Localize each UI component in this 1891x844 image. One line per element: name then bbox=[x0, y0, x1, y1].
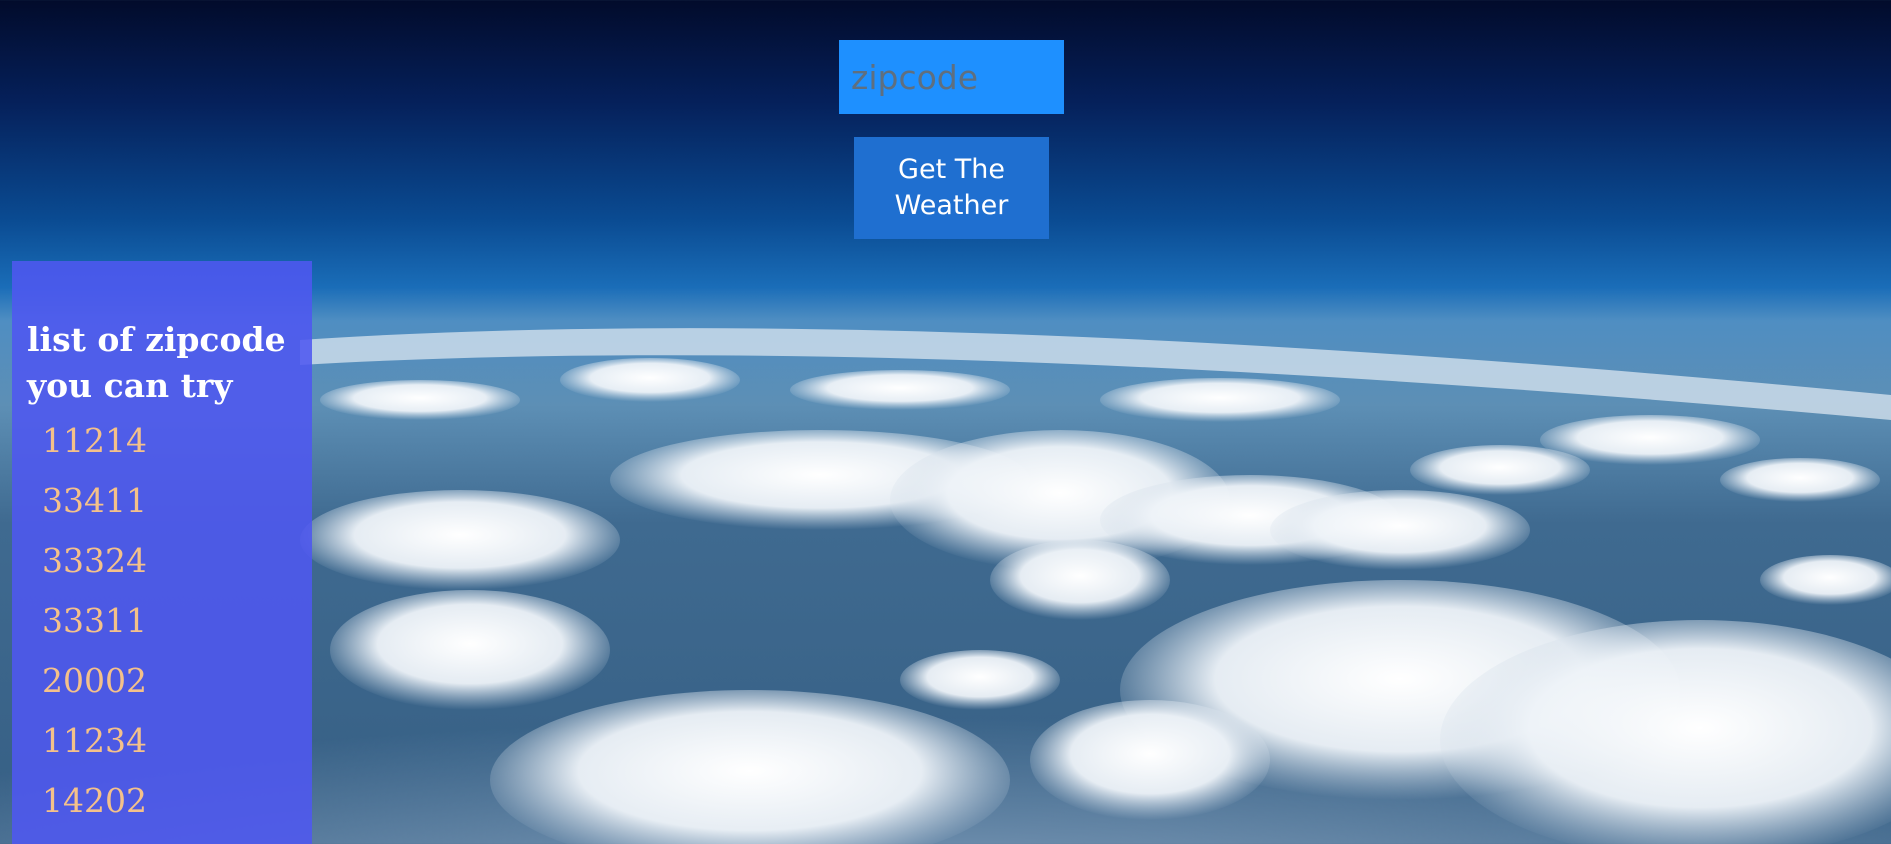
zipcode-item[interactable]: 33311 bbox=[42, 591, 147, 651]
get-weather-button[interactable]: Get The Weather bbox=[854, 137, 1049, 239]
zipcode-list-panel: list of zipcode you can try 11214 33411 … bbox=[12, 261, 312, 844]
zipcode-item[interactable]: 33411 bbox=[42, 471, 147, 531]
zipcode-item[interactable]: 11234 bbox=[42, 711, 147, 771]
zipcode-item[interactable]: 11214 bbox=[42, 411, 147, 471]
zipcode-item[interactable]: 20002 bbox=[42, 651, 147, 711]
zipcode-item[interactable]: 14202 bbox=[42, 771, 147, 831]
zipcode-list-title: list of zipcode you can try bbox=[27, 320, 286, 405]
zipcode-input[interactable] bbox=[839, 40, 1064, 114]
zipcode-list: 11214 33411 33324 33311 20002 11234 1420… bbox=[42, 421, 147, 844]
zipcode-item[interactable]: 33324 bbox=[42, 531, 147, 591]
